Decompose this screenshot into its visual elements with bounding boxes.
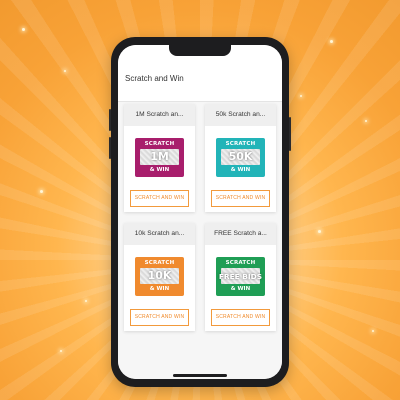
ticket-top-text: SCRATCH [225,260,256,266]
sparkle [64,70,66,72]
scratch-and-win-button[interactable]: SCRATCH AND WIN [130,190,189,207]
home-indicator[interactable] [173,374,227,377]
ticket-amount: FREE BIDS [218,272,263,281]
ticket-top-text: SCRATCH [144,260,175,266]
scratch-card-10k[interactable]: 10k Scratch an... SCRATCH 10K & WIN SCRA… [124,223,195,331]
ticket-top-text: SCRATCH [225,141,256,147]
scratch-ticket-image: SCRATCH FREE BIDS & WIN [216,257,265,296]
scratch-and-win-button[interactable]: SCRATCH AND WIN [211,309,270,326]
scratch-and-win-button[interactable]: SCRATCH AND WIN [130,309,189,326]
phone-screen: Scratch and Win 1M Scratch an... SCRATCH… [118,45,282,379]
sparkle [60,350,62,352]
volume-button [109,137,111,159]
sparkle [372,330,374,332]
ticket-top-text: SCRATCH [144,141,175,147]
power-button [289,117,291,151]
cards-grid: 1M Scratch an... SCRATCH 1M & WIN SCRATC… [118,102,282,379]
card-title: 10k Scratch an... [124,223,195,245]
card-title: 50k Scratch an... [205,104,276,126]
ticket-amount: 1M [150,150,169,163]
card-title: 1M Scratch an... [124,104,195,126]
sparkle [85,300,87,302]
ticket-bottom-text: & WIN [149,286,170,292]
ticket-amount: 10K [147,269,172,282]
ticket-bottom-text: & WIN [149,167,170,173]
sparkle [300,95,302,97]
scratch-ticket-image: SCRATCH 1M & WIN [135,138,184,177]
sparkle [330,40,333,43]
sparkle [22,28,25,31]
phone-frame: Scratch and Win 1M Scratch an... SCRATCH… [109,37,291,387]
scratch-card-1m[interactable]: 1M Scratch an... SCRATCH 1M & WIN SCRATC… [124,104,195,212]
ticket-bottom-text: & WIN [230,286,251,292]
scratch-ticket-image: SCRATCH 50K & WIN [216,138,265,177]
scratch-and-win-button[interactable]: SCRATCH AND WIN [211,190,270,207]
volume-button [109,109,111,131]
scratch-ticket-image: SCRATCH 10K & WIN [135,257,184,296]
sparkle [40,190,43,193]
ticket-amount: 50K [228,150,253,163]
ticket-bottom-text: & WIN [230,167,251,173]
card-title: FREE Scratch a... [205,223,276,245]
sparkle [365,120,367,122]
scratch-card-50k[interactable]: 50k Scratch an... SCRATCH 50K & WIN SCRA… [205,104,276,212]
page-title: Scratch and Win [125,74,184,83]
phone-notch [169,45,231,56]
sparkle [318,230,321,233]
scratch-card-free-bids[interactable]: FREE Scratch a... SCRATCH FREE BIDS & WI… [205,223,276,331]
